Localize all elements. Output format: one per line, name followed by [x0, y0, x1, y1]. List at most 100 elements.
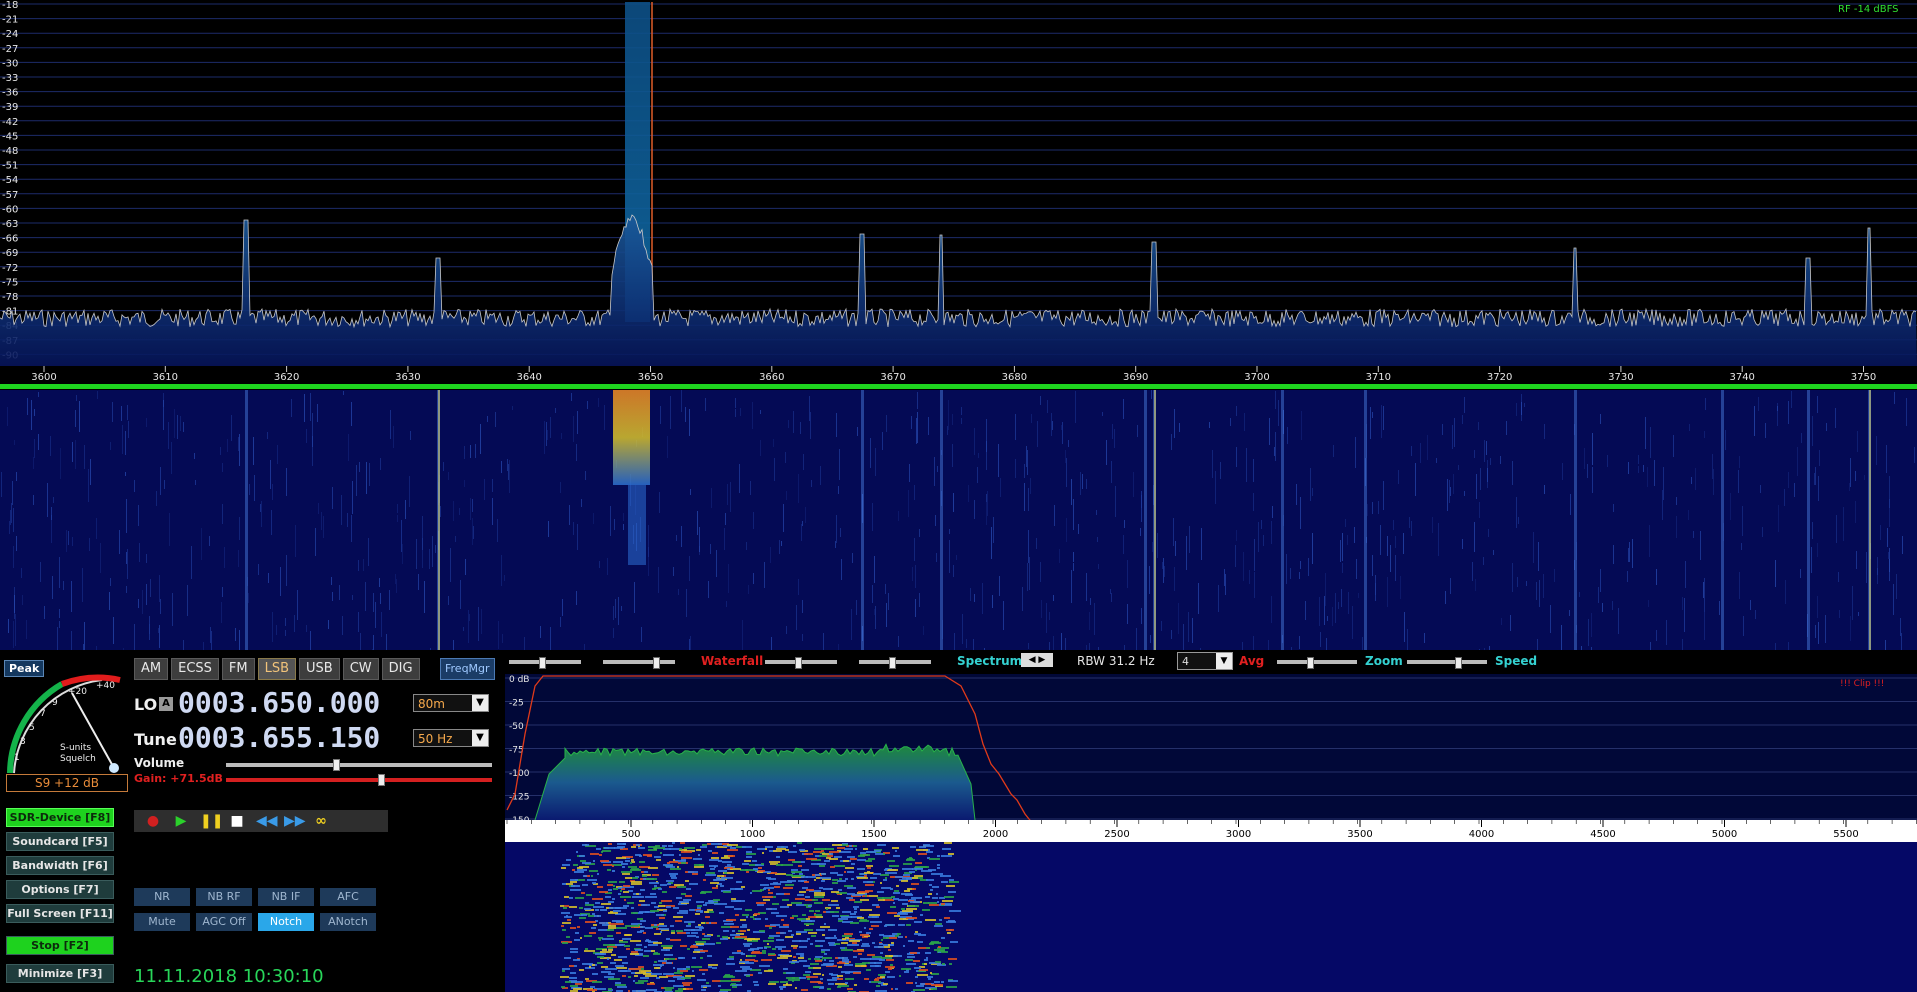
freq-label: 3700	[1244, 372, 1269, 383]
db-label: -66	[2, 234, 18, 245]
gain-slider[interactable]	[226, 778, 492, 782]
speed-slider[interactable]	[1407, 660, 1487, 664]
chevron-down-icon: ▼	[472, 695, 488, 711]
audio-db-label: -25	[509, 699, 524, 709]
lo-label: LO	[134, 695, 158, 714]
gain-slider-thumb[interactable]	[378, 774, 385, 786]
mode-lsb-button[interactable]: LSB	[257, 658, 297, 680]
freq-label: 3740	[1729, 372, 1754, 383]
db-label: -24	[2, 29, 18, 40]
nb-rf-button[interactable]: NB RF	[196, 888, 252, 906]
db-label: -72	[2, 263, 18, 274]
audio-waterfall[interactable]	[505, 842, 1917, 992]
svg-text:1: 1	[14, 753, 20, 763]
bandwidth-button[interactable]: Bandwidth [F6]	[6, 856, 114, 875]
svg-text:+40: +40	[96, 681, 115, 691]
spectrum-arrows[interactable]: ◀ ▶	[1021, 653, 1053, 667]
peak-button[interactable]: Peak	[4, 660, 45, 677]
step-select[interactable]: 50 Hz ▼	[413, 729, 489, 747]
freq-label: 3720	[1487, 372, 1512, 383]
options-button[interactable]: Options [F7]	[6, 880, 114, 899]
notch-button[interactable]: Notch	[258, 913, 314, 931]
db-label: -69	[2, 248, 18, 259]
record-icon[interactable]: ●	[144, 813, 162, 829]
db-label: -63	[2, 219, 18, 230]
mode-usb-button[interactable]: USB	[299, 658, 340, 680]
anotch-button[interactable]: ANotch	[320, 913, 376, 931]
db-label: -45	[2, 131, 18, 142]
green-tuning-bar[interactable]	[0, 384, 1917, 389]
mute-button[interactable]: Mute	[134, 913, 190, 931]
freq-label: 3660	[759, 372, 784, 383]
mode-ecss-button[interactable]: ECSS	[171, 658, 219, 680]
rbw-label: RBW 31.2 Hz	[1077, 654, 1155, 668]
recorder-toolbar: ● ▶ ❚❚ ■ ◀◀ ▶▶ ∞	[134, 810, 388, 832]
mode-cw-button[interactable]: CW	[342, 658, 379, 680]
freq-label: 3680	[1002, 372, 1027, 383]
nr-button[interactable]: NR	[134, 888, 190, 906]
sdr-device-button[interactable]: SDR-Device [F8]	[6, 808, 114, 827]
mode-fm-button[interactable]: FM	[221, 658, 255, 680]
audio-freq-label: 1500	[861, 829, 886, 840]
lo-lock-badge[interactable]: A	[159, 697, 173, 711]
zoom-slider[interactable]	[1277, 660, 1357, 664]
tune-frequency-display[interactable]: 0003.655.150	[178, 721, 380, 754]
play-icon[interactable]: ▶	[172, 813, 190, 829]
freq-label: 3690	[1123, 372, 1148, 383]
fast-forward-icon[interactable]: ▶▶	[284, 813, 306, 829]
db-label: -30	[2, 58, 18, 69]
mode-dig-button[interactable]: DIG	[381, 658, 420, 680]
clip-warning: !!! Clip !!!	[1840, 679, 1884, 689]
avg-select[interactable]: 4 ▼	[1177, 652, 1233, 670]
wf-brightness-thumb[interactable]	[653, 657, 660, 669]
stop-icon[interactable]: ■	[228, 813, 246, 829]
rf-spectrum-display[interactable]: -18 -21 -24 -27 -30 -33 -36 -39 -42 -45 -48 -51 -54 -…	[0, 0, 1917, 390]
zoom-label: Zoom	[1365, 654, 1403, 668]
spec-contrast-thumb[interactable]	[795, 657, 802, 669]
svg-text:7: 7	[40, 709, 46, 719]
stop-button[interactable]: Stop [F2]	[6, 936, 114, 955]
mode-selector: AM ECSS FM LSB USB CW DIG	[134, 658, 420, 680]
nb-if-button[interactable]: NB IF	[258, 888, 314, 906]
svg-text:3: 3	[20, 737, 26, 747]
db-label: -21	[2, 15, 18, 26]
clock: 11.11.2018 10:30:10	[134, 966, 324, 987]
freq-label: 3650	[638, 372, 663, 383]
full-screen-button[interactable]: Full Screen [F11]	[6, 904, 114, 923]
audio-freq-label: 2000	[983, 829, 1008, 840]
band-select[interactable]: 80m ▼	[413, 694, 489, 712]
db-label: -75	[2, 277, 18, 288]
afc-button[interactable]: AFC	[320, 888, 376, 906]
wf-brightness-slider[interactable]	[603, 660, 675, 664]
wf-contrast-thumb[interactable]	[539, 657, 546, 669]
speed-thumb[interactable]	[1455, 657, 1462, 669]
pause-icon[interactable]: ❚❚	[200, 813, 223, 829]
freq-label: 3710	[1366, 372, 1391, 383]
volume-slider[interactable]	[226, 763, 492, 767]
zoom-thumb[interactable]	[1307, 657, 1314, 669]
mode-am-button[interactable]: AM	[134, 658, 169, 680]
soundcard-button[interactable]: Soundcard [F5]	[6, 832, 114, 851]
db-label: -78	[2, 292, 18, 303]
db-label: -39	[2, 102, 18, 113]
audio-freq-label: 2500	[1104, 829, 1129, 840]
agc-off-button[interactable]: AGC Off	[196, 913, 252, 931]
db-label: -60	[2, 204, 18, 215]
audio-freq-label: 4000	[1469, 829, 1494, 840]
audio-freq-label: 5500	[1833, 829, 1858, 840]
loop-icon[interactable]: ∞	[312, 813, 330, 829]
audio-spectrum-display[interactable]: 0 dB-25-50-75-100-125-150 !!! Clip !!! 5…	[505, 674, 1917, 842]
rf-waterfall[interactable]	[0, 390, 1917, 650]
freq-label: 3730	[1608, 372, 1633, 383]
rewind-icon[interactable]: ◀◀	[256, 813, 278, 829]
svg-text:S-units: S-units	[60, 743, 91, 753]
chevron-down-icon: ▼	[1216, 653, 1232, 669]
freqmgr-button[interactable]: FreqMgr	[440, 658, 495, 680]
lo-frequency-display[interactable]: 0003.650.000	[178, 686, 380, 719]
volume-slider-thumb[interactable]	[333, 759, 340, 771]
freq-label: 3620	[274, 372, 299, 383]
rf-level: RF -14 dBFS	[1838, 4, 1899, 15]
minimize-button[interactable]: Minimize [F3]	[6, 964, 114, 983]
db-label: -54	[2, 175, 18, 186]
spec-brightness-thumb[interactable]	[889, 657, 896, 669]
